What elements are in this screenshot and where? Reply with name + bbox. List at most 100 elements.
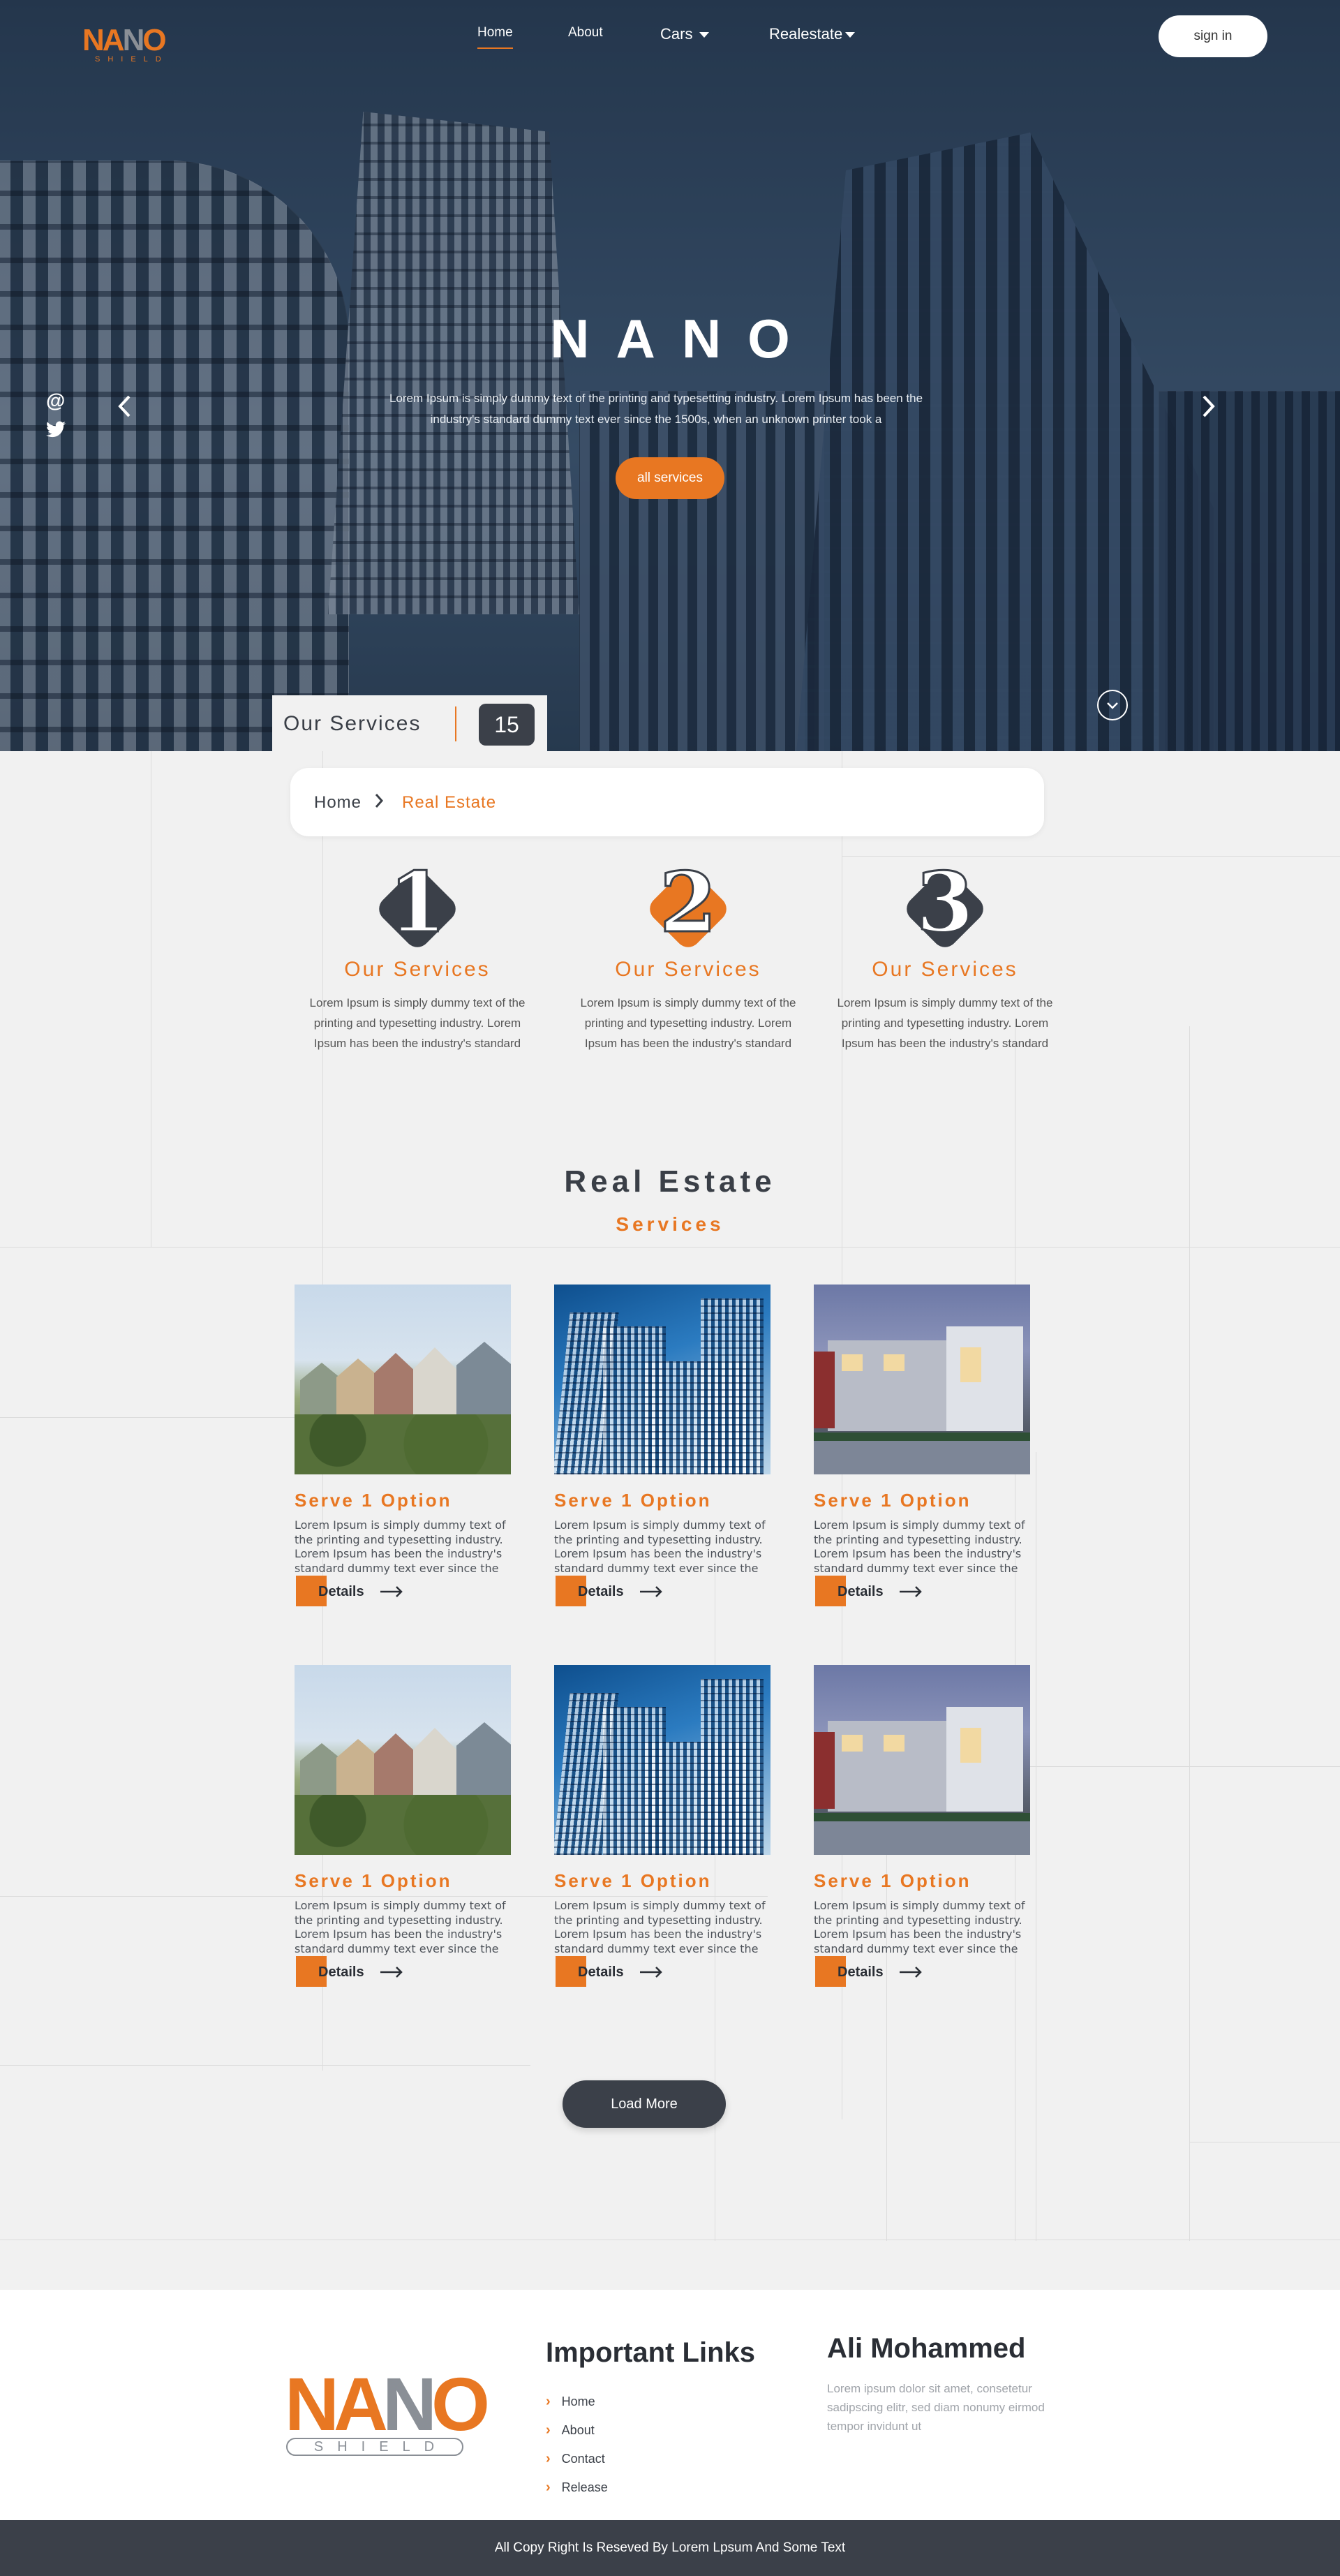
card-title: Serve 1 Option (295, 1490, 452, 1511)
social-links: @ (46, 385, 66, 447)
section-title: Real Estate (564, 1164, 776, 1199)
all-services-button[interactable]: all services (616, 457, 724, 499)
twitter-icon[interactable] (46, 416, 66, 447)
logo-subtitle: SHIELD (286, 2438, 463, 2456)
service-card: Serve 1 Option Lorem Ipsum is simply dum… (554, 1665, 770, 1987)
arrow-right-icon (639, 1966, 663, 1982)
glass-towers-image (554, 1665, 770, 1855)
arrow-right-icon (380, 1966, 403, 1982)
footer-link-label: Release (561, 2480, 608, 2494)
footer-link-contact[interactable]: › Contact (546, 2445, 608, 2473)
step-text: Lorem Ipsum is simply dummy text of the … (580, 996, 796, 1050)
step-title: Our Services (344, 958, 491, 981)
card-text: Lorem Ipsum is simply dummy text of the … (554, 1899, 766, 1955)
sign-in-button[interactable]: sign in (1159, 15, 1267, 57)
step-number-badge: 3 (901, 853, 989, 954)
scroll-down-icon[interactable] (1097, 690, 1128, 720)
card-title: Serve 1 Option (295, 1870, 452, 1891)
hero-title: NANO (550, 308, 817, 369)
divider (455, 706, 456, 741)
services-count-badge: 15 (479, 704, 535, 746)
service-step: 2 Our Services Lorem Ipsum is simply dum… (570, 853, 807, 1053)
step-text: Lorem Ipsum is simply dummy text of the … (837, 996, 1053, 1050)
important-links-list: › Home › About › Contact › Release (546, 2388, 608, 2502)
card-title: Serve 1 Option (814, 1490, 972, 1511)
chevron-right-icon: › (546, 2394, 551, 2409)
arrow-right-icon (380, 1585, 403, 1601)
chevron-right-icon: › (546, 2422, 551, 2438)
important-links-title: Important Links (546, 2337, 756, 2368)
glass-towers-image (554, 1285, 770, 1474)
service-step: 1 Our Services Lorem Ipsum is simply dum… (299, 853, 536, 1053)
copyright-bar: All Copy Right Is Reseved By Lorem Lpsum… (0, 2520, 1340, 2576)
services-count-tab: Our Services 15 (272, 695, 547, 751)
footer-link-about[interactable]: › About (546, 2416, 608, 2445)
nav-item-about[interactable]: About (568, 25, 603, 40)
nav-item-cars[interactable]: Cars (660, 25, 710, 43)
footer: NANO SHIELD Important Links › Home › About… (0, 2290, 1340, 2520)
step-number-badge: 2 (644, 853, 732, 954)
services-tab-label: Our Services (283, 712, 422, 735)
details-label: Details (838, 1964, 884, 1980)
footer-logo[interactable]: NANO SHIELD (285, 2362, 490, 2456)
breadcrumb-home[interactable]: Home (314, 793, 362, 813)
load-more-button[interactable]: Load More (563, 2080, 726, 2128)
card-title: Serve 1 Option (554, 1490, 712, 1511)
step-title: Our Services (615, 958, 761, 981)
nav-item-home[interactable]: Home (477, 25, 513, 49)
service-card: Serve 1 Option Lorem Ipsum is simply dum… (554, 1285, 770, 1606)
at-icon[interactable]: @ (46, 385, 66, 416)
card-text: Lorem Ipsum is simply dummy text of the … (814, 1899, 1025, 1955)
nav-item-realestate-label: Realestate (769, 25, 843, 43)
slider-prev-icon[interactable] (117, 394, 131, 422)
card-text: Lorem Ipsum is simply dummy text of the … (295, 1899, 506, 1955)
nav-item-cars-label: Cars (660, 25, 693, 43)
details-label: Details (318, 1964, 364, 1980)
logo-wordmark: NANO (285, 2362, 490, 2446)
logo-subtitle: SHIELD (95, 55, 169, 64)
breadcrumb-current: Real Estate (402, 793, 497, 812)
modern-townhouses-image (814, 1665, 1030, 1855)
card-text: Lorem Ipsum is simply dummy text of the … (554, 1518, 766, 1575)
victorian-houses-image (295, 1665, 511, 1855)
victorian-houses-image (295, 1285, 511, 1474)
chevron-down-icon (699, 32, 710, 38)
chevron-right-icon: › (546, 2451, 551, 2466)
header-logo[interactable]: NANO SHIELD (82, 23, 173, 64)
arrow-right-icon (899, 1966, 923, 1982)
card-title: Serve 1 Option (814, 1870, 972, 1891)
service-card: Serve 1 Option Lorem Ipsum is simply dum… (814, 1285, 1030, 1606)
chevron-right-icon (374, 791, 384, 814)
nav-item-realestate[interactable]: Realestate (769, 25, 856, 43)
service-card: Serve 1 Option Lorem Ipsum is simply dum… (295, 1285, 511, 1606)
footer-link-home[interactable]: › Home (546, 2388, 608, 2416)
modern-townhouses-image (814, 1285, 1030, 1474)
hero-overlay (0, 0, 1340, 751)
footer-link-label: Home (561, 2394, 595, 2408)
arrow-right-icon (899, 1585, 923, 1601)
hero-banner: NANO SHIELD Home About Cars Realestate s… (0, 0, 1340, 751)
service-card: Serve 1 Option Lorem Ipsum is simply dum… (295, 1665, 511, 1987)
arrow-right-icon (639, 1585, 663, 1601)
background-grid-line (0, 2065, 530, 2066)
details-label: Details (838, 1584, 884, 1599)
step-number: 2 (658, 853, 717, 952)
step-text: Lorem Ipsum is simply dummy text of the … (309, 996, 526, 1050)
step-number-badge: 1 (373, 853, 461, 954)
hero-description: Lorem Ipsum is simply dummy text of the … (389, 392, 923, 426)
breadcrumb: Home Real Estate (290, 768, 1044, 836)
service-card: Serve 1 Option Lorem Ipsum is simply dum… (814, 1665, 1030, 1987)
background-grid-line (1189, 1026, 1190, 2241)
footer-link-release[interactable]: › Release (546, 2473, 608, 2502)
chevron-right-icon: › (546, 2480, 551, 2495)
card-text: Lorem Ipsum is simply dummy text of the … (814, 1518, 1025, 1575)
footer-link-label: About (561, 2423, 595, 2437)
card-title: Serve 1 Option (554, 1870, 712, 1891)
section-subtitle: Services (616, 1213, 724, 1235)
card-text: Lorem Ipsum is simply dummy text of the … (295, 1518, 506, 1575)
details-label: Details (318, 1584, 364, 1599)
step-number: 3 (915, 853, 974, 952)
logo-wordmark: NANO (82, 23, 167, 57)
slider-next-icon[interactable] (1202, 394, 1216, 422)
footer-link-label: Contact (561, 2452, 605, 2466)
